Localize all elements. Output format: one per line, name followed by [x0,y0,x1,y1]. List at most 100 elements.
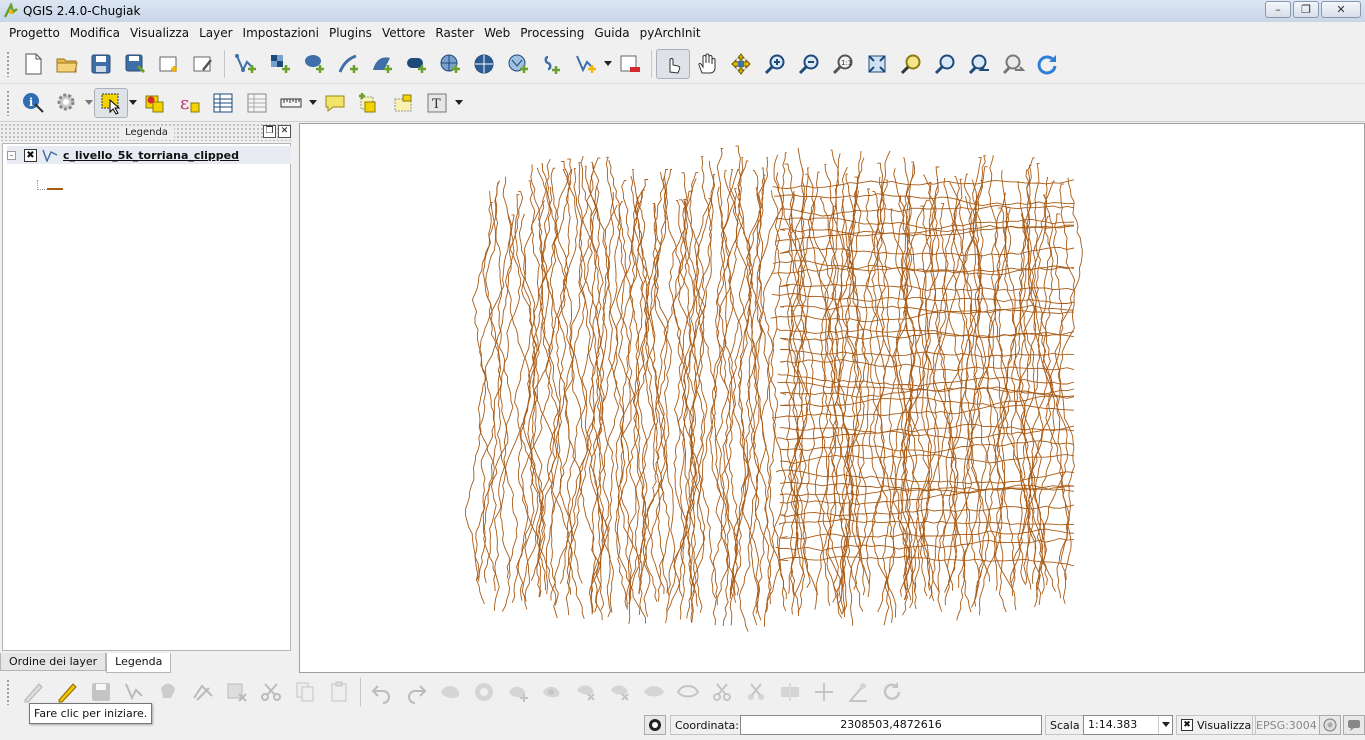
menu-layer[interactable]: Layer [194,22,237,44]
split-parts-button[interactable] [739,677,773,707]
add-delimited-text-button[interactable] [535,49,569,79]
zoom-next-button[interactable] [996,49,1030,79]
touch-pan-button[interactable] [656,48,690,79]
layer-tree[interactable]: – ✖ c_livello_5k_torriana_clipped [2,143,291,651]
rotate-feature-button[interactable] [875,677,909,707]
menu-visualizza[interactable]: Visualizza [125,22,194,44]
legend-panel-header[interactable]: Legenda ❐ ✕ [0,123,293,141]
offset-curve-button[interactable] [671,677,705,707]
tab-legenda[interactable]: Legenda [106,653,172,673]
save-as-button[interactable] [118,49,152,79]
new-shapefile-button[interactable] [569,49,603,79]
add-wcs-layer-button[interactable] [467,49,501,79]
open-project-button[interactable] [50,49,84,79]
zoom-out-button[interactable] [792,49,826,79]
cut-features-button[interactable] [254,677,288,707]
crs-button[interactable] [1319,715,1341,735]
composer-manager-button[interactable] [186,49,220,79]
layer-visibility-checkbox[interactable]: ✖ [24,148,37,162]
reshape-features-button[interactable] [637,677,671,707]
deselect-features-button[interactable] [138,88,172,118]
crs-status[interactable]: EPSG:3004 [1252,715,1321,735]
scale-combo[interactable]: 1:14.383 [1083,715,1173,735]
statistics-button[interactable] [240,88,274,118]
coordinate-field[interactable]: 2308503,4872616 [740,715,1042,735]
undo-button[interactable] [365,677,399,707]
new-layer-dropdown[interactable] [603,60,613,67]
map-tips-button[interactable] [318,88,352,118]
add-wms-layer-button[interactable] [433,49,467,79]
attribute-table-button[interactable] [206,88,240,118]
layer-row[interactable]: – ✖ c_livello_5k_torriana_clipped [7,146,291,164]
run-action-button[interactable] [50,88,84,118]
menu-raster[interactable]: Raster [430,22,479,44]
menu-web[interactable]: Web [479,22,515,44]
tab-ordine-dei-layer[interactable]: Ordine dei layer [0,653,107,671]
copy-features-button[interactable] [288,677,322,707]
menu-modifica[interactable]: Modifica [65,22,125,44]
simplify-feature-button[interactable] [433,677,467,707]
add-spatialite-layer-button[interactable] [331,49,365,79]
menu-processing[interactable]: Processing [515,22,589,44]
menu-vettore[interactable]: Vettore [377,22,430,44]
zoom-full-button[interactable] [860,49,894,79]
add-wfs-layer-button[interactable] [501,49,535,79]
coordinate-label[interactable]: Coordinata: [670,715,744,735]
merge-attributes-button[interactable] [807,677,841,707]
add-oracle-layer-button[interactable] [399,49,433,79]
toolbar-grip[interactable] [6,679,10,705]
redo-button[interactable] [399,677,433,707]
paste-features-button[interactable] [322,677,356,707]
save-project-button[interactable] [84,49,118,79]
new-print-composer-button[interactable] [152,49,186,79]
node-tool-button[interactable] [186,677,220,707]
add-part-button[interactable] [501,677,535,707]
add-vector-layer-button[interactable] [229,49,263,79]
merge-features-button[interactable] [773,677,807,707]
menu-guida[interactable]: Guida [589,22,634,44]
add-raster-layer-button[interactable] [263,49,297,79]
collapse-toggle[interactable]: – [7,150,16,160]
rotate-point-symbols-button[interactable] [841,677,875,707]
zoom-in-button[interactable] [758,49,792,79]
scale-dropdown[interactable] [1158,716,1172,734]
menu-impostazioni[interactable]: Impostazioni [238,22,324,44]
maximize-button[interactable]: ❐ [1293,1,1319,18]
menu-progetto[interactable]: Progetto [4,22,65,44]
float-panel-button[interactable]: ❐ [263,125,276,138]
zoom-to-selection-button[interactable] [894,49,928,79]
run-action-dropdown[interactable] [84,99,94,106]
new-bookmark-button[interactable] [352,88,386,118]
toolbar-grip[interactable] [6,89,10,116]
messages-button[interactable] [644,715,666,735]
minimize-button[interactable]: – [1265,1,1291,18]
remove-layer-button[interactable] [613,49,647,79]
measure-dropdown[interactable] [308,99,318,106]
annotation-dropdown[interactable] [454,99,464,106]
zoom-last-button[interactable] [962,49,996,79]
new-project-button[interactable] [16,49,50,79]
delete-ring-button[interactable] [569,677,603,707]
add-postgis-layer-button[interactable] [297,49,331,79]
render-checkbox[interactable]: ✖ Visualizza [1176,715,1257,735]
field-calculator-button[interactable]: ε [172,88,206,118]
add-ring-button[interactable] [467,677,501,707]
close-panel-button[interactable]: ✕ [278,125,291,138]
close-button[interactable]: ✕ [1321,1,1361,18]
show-bookmarks-button[interactable] [386,88,420,118]
delete-part-button[interactable] [603,677,637,707]
select-features-button[interactable] [94,87,128,118]
measure-line-button[interactable] [274,88,308,118]
select-dropdown[interactable] [128,99,138,106]
fill-ring-button[interactable] [535,677,569,707]
zoom-actual-size-button[interactable]: 1:1 [826,49,860,79]
pan-button[interactable] [690,49,724,79]
zoom-to-layer-button[interactable] [928,49,962,79]
add-mssql-layer-button[interactable] [365,49,399,79]
pan-to-selection-button[interactable] [724,49,758,79]
text-annotation-button[interactable]: T [420,88,454,118]
delete-selected-button[interactable] [220,677,254,707]
map-canvas[interactable] [299,123,1365,673]
toolbar-grip[interactable] [6,50,10,77]
identify-features-button[interactable]: i [16,88,50,118]
